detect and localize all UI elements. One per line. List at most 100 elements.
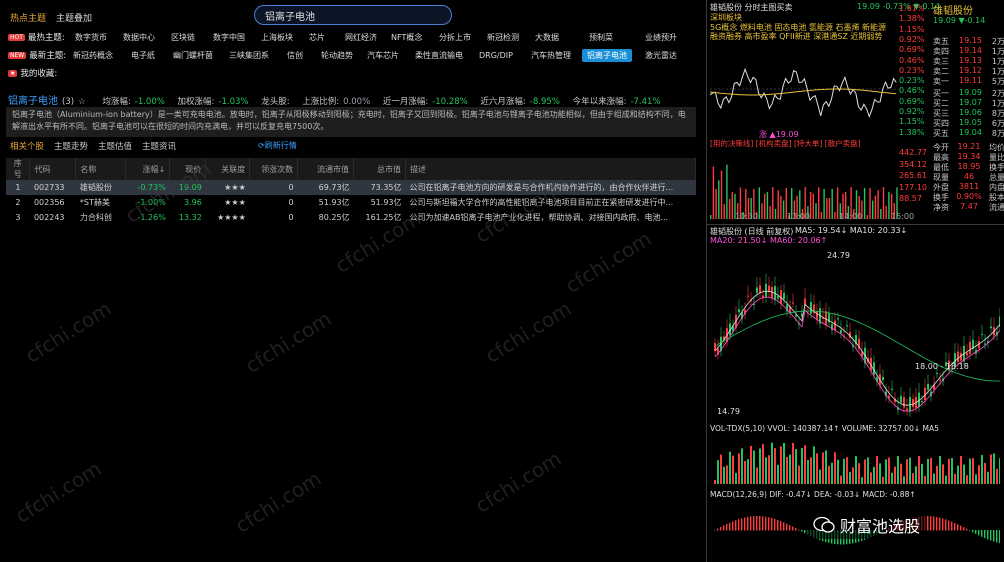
kline-volume-bar (846, 457, 848, 484)
theme-chip[interactable]: 业绩预升 (640, 31, 682, 44)
macd-bar (795, 528, 797, 531)
favorite-star-icon[interactable]: ☆ (78, 97, 86, 107)
vol-tick: 177.10 (899, 182, 927, 192)
tab-theme-news[interactable]: 主题资讯 (142, 140, 176, 152)
theme-chip[interactable]: 柔性直流输电 (410, 49, 468, 62)
col-header[interactable]: 现价 (169, 158, 207, 180)
macd-bar (936, 516, 938, 531)
kline-volume-bar (975, 474, 977, 484)
kline-volume-bar (987, 471, 989, 484)
table-row[interactable]: 3 002243 力合科创 -1.26% 13.32 ★★★★ 0 80.25亿 161.25亿… (6, 210, 696, 225)
theme-chip[interactable]: 轮动趋势 (316, 49, 358, 62)
tab-theme-overlay[interactable]: 主题叠加 (56, 11, 92, 24)
pct-tick: 1.15% (899, 24, 925, 34)
theme-chip[interactable]: 数字货币 (70, 31, 112, 44)
candle-body (846, 325, 848, 327)
intraday-volume-bar (885, 206, 887, 219)
theme-chip[interactable]: 数字中国 (208, 31, 250, 44)
macd-bar (975, 530, 977, 534)
theme-chip[interactable]: 预制菜 (584, 31, 618, 44)
theme-chip[interactable]: 分拆上市 (434, 31, 476, 44)
kline-volume-bar (939, 456, 941, 484)
intraday-volume-bar (820, 212, 823, 219)
intraday-volume-bar (882, 187, 885, 219)
theme-chip[interactable]: DRG/DIP (474, 49, 518, 62)
table-row[interactable]: 1 002733 雄韬股份 -0.73% 19.09 ★★★ 0 69.73亿 73.35亿 公司… (6, 180, 696, 195)
table-cell: 雄韬股份 (75, 180, 126, 195)
col-header[interactable]: 关联度 (205, 158, 251, 180)
kline-volume-bar (861, 477, 863, 484)
theme-count: (3) (62, 97, 75, 107)
theme-chip[interactable]: 铝离子电池 (582, 49, 632, 62)
theme-chip[interactable]: 区块链 (166, 31, 200, 44)
macd-bar (741, 518, 743, 531)
watermark-text: cfchi.com (480, 296, 576, 368)
watermark-text: cfchi.com (10, 456, 106, 528)
theme-chip[interactable]: 网红经济 (340, 31, 382, 44)
theme-chip[interactable]: 数据中心 (118, 31, 160, 44)
theme-chip[interactable]: 汽车热管理 (526, 49, 576, 62)
tab-theme-trend[interactable]: 主题走势 (54, 140, 88, 152)
kline-volume-bar (798, 465, 800, 484)
refresh-icon: ⟳ (258, 141, 265, 150)
macd-bar (729, 522, 731, 531)
intraday-volume-bar (877, 190, 879, 219)
search-input[interactable]: 铝离子电池 (254, 5, 452, 25)
refresh-button[interactable]: ⟳刷新行情 (258, 140, 297, 151)
kline-volume-bar (807, 460, 809, 484)
wechat-account: 财富池选股 (840, 517, 921, 536)
col-header[interactable]: 总市值 (353, 158, 406, 180)
intraday-volume-bar (715, 189, 717, 219)
kline-volume-bar (843, 458, 845, 484)
theme-chip[interactable]: 芯片 (304, 31, 330, 44)
col-header[interactable]: 序号 (6, 158, 31, 180)
col-header[interactable]: 领涨次数 (249, 158, 299, 180)
theme-chip[interactable]: 幽门螺杆菌 (168, 49, 218, 62)
intraday-volume-bar (818, 187, 820, 219)
watermark-text: cfchi.com (470, 446, 566, 518)
macd-bar (960, 525, 962, 531)
vol-title: VOL-TDX(5,10) VVOL: 140387.14↑ VOLUME: 3… (710, 424, 939, 433)
col-header[interactable]: 流通市值 (297, 158, 355, 180)
time-tick: 10:30 (735, 212, 759, 221)
theme-chip[interactable]: 激光雷达 (640, 49, 682, 62)
kline-volume-bar (876, 456, 878, 484)
theme-chip[interactable]: NFT概念 (386, 31, 427, 44)
kline-volume-bar (756, 467, 758, 484)
theme-chip[interactable]: 三峡集团系 (224, 49, 274, 62)
theme-chip[interactable]: 新冠药概念 (68, 49, 118, 62)
kline-volume-bar (804, 445, 806, 484)
theme-chip[interactable]: 新冠检测 (482, 31, 524, 44)
col-header[interactable]: 描述 (405, 158, 696, 180)
macd-bar (984, 530, 986, 539)
candle-body (990, 326, 992, 329)
theme-summary: 铝离子电池 (3) ☆ 均涨幅: -1.00% 加权涨幅: -1.03% 龙头股: 上涨… (8, 92, 665, 107)
col-header[interactable]: 代码 (29, 158, 77, 180)
kline-volume-bar (900, 463, 902, 484)
intraday-volume-bar (731, 191, 733, 219)
theme-chip[interactable]: 电子纸 (126, 49, 160, 62)
candle-body (777, 296, 779, 299)
macd-bar (969, 530, 971, 531)
table-header: 序号 代码 名称 涨幅↓ 现价 关联度 领涨次数 流通市值 总市值 描述 (6, 158, 696, 180)
table-cell: 公司为加速AB铝离子电池产业化进程，帮助协调、对接国内政府、电池... (409, 213, 669, 222)
col-header[interactable]: 涨幅↓ (125, 158, 171, 180)
theme-chip[interactable]: 大数据 (530, 31, 564, 44)
kline-volume-bar (918, 456, 920, 484)
kline-volume-bar (729, 451, 731, 484)
tab-hot-themes[interactable]: 热点主题 (10, 11, 46, 24)
tab-related-stocks[interactable]: 相关个股 (10, 140, 44, 152)
kline-volume-bar (885, 459, 887, 484)
pct-tick: 0.23% (899, 76, 925, 86)
col-header[interactable]: 名称 (75, 158, 127, 180)
table-row[interactable]: 2 002356 *ST赫美 -1.00% 3.96 ★★★ 0 51.93亿 51.93亿 公司… (6, 195, 696, 210)
theme-chip[interactable]: 汽车芯片 (362, 49, 404, 62)
theme-chip[interactable]: 上海板块 (256, 31, 298, 44)
theme-chip[interactable]: 信创 (282, 49, 308, 62)
macd-bar (714, 530, 716, 531)
table-cell: 3.96 (183, 198, 202, 207)
candle-body (906, 408, 908, 411)
tab-theme-valuation[interactable]: 主题估值 (98, 140, 132, 152)
avg-value: -1.00% (134, 97, 165, 107)
macd-bar (783, 522, 785, 531)
